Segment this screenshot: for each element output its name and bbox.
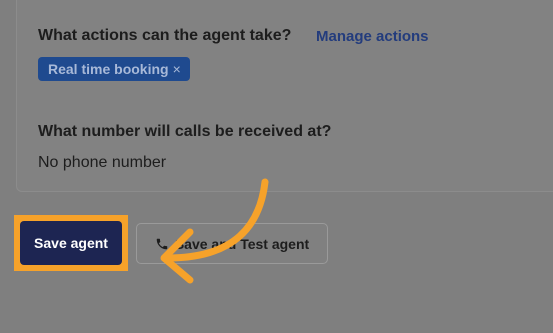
phone-number-question: What number will calls be received at? — [38, 123, 332, 140]
actions-question: What actions can the agent take? — [38, 27, 292, 44]
action-chip-real-time-booking[interactable]: Real time booking × — [38, 57, 190, 81]
phone-icon — [156, 238, 168, 249]
manage-actions-link[interactable]: Manage actions — [316, 28, 429, 45]
save-and-test-agent-button[interactable]: Save and Test agent — [136, 223, 328, 264]
action-chip-label: Real time booking — [48, 61, 169, 77]
save-and-test-label: Save and Test agent — [174, 235, 310, 252]
save-agent-button[interactable]: Save agent — [20, 221, 122, 265]
remove-chip-icon[interactable]: × — [173, 61, 181, 77]
phone-number-value: No phone number — [38, 154, 167, 171]
